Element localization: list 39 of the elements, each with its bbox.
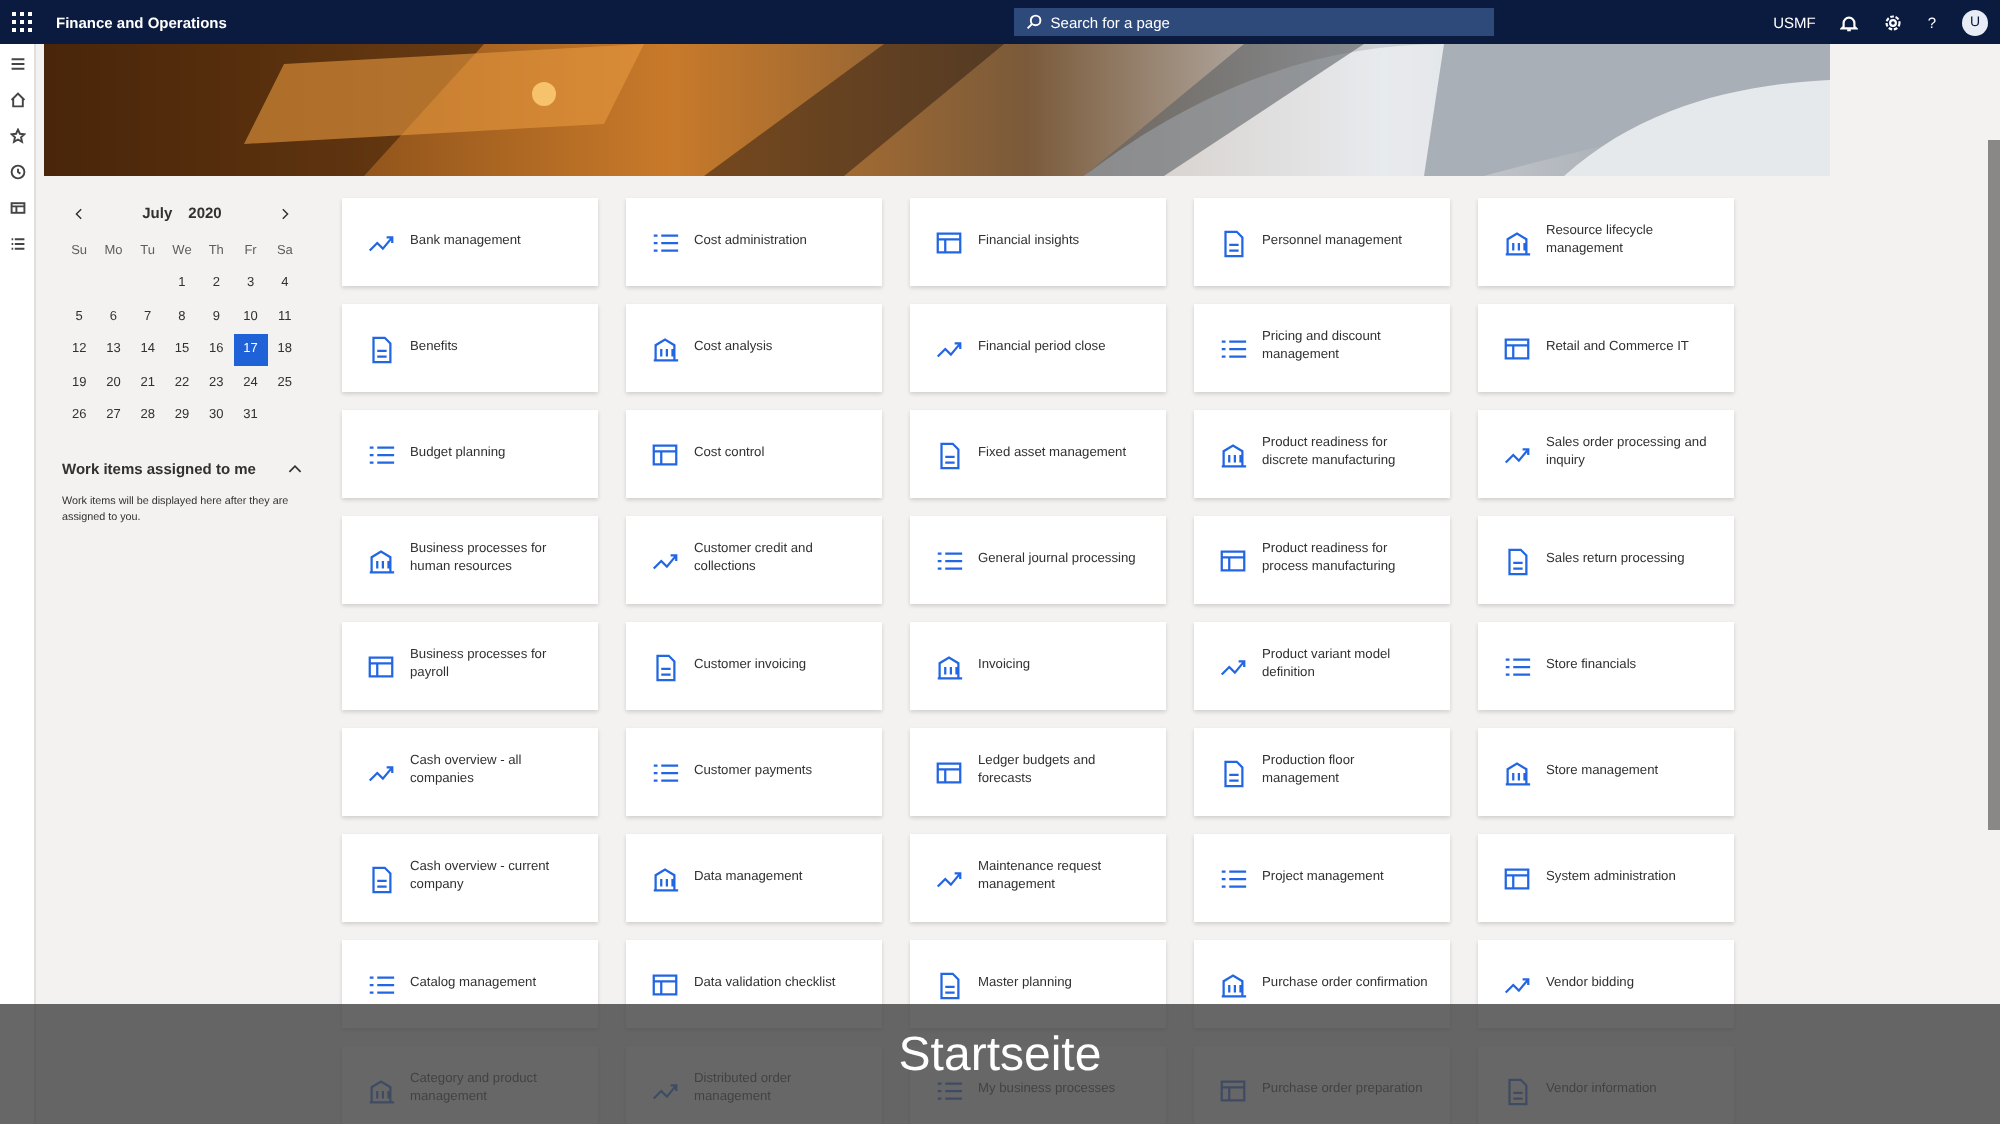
document-icon (366, 333, 396, 363)
search-icon (1026, 14, 1043, 30)
list-icon[interactable] (9, 236, 25, 252)
settings-icon[interactable] (1883, 13, 1902, 31)
clock-icon[interactable] (9, 164, 25, 180)
scrollbar[interactable] (1988, 140, 2000, 830)
building-icon (934, 651, 964, 681)
grid-icon (934, 227, 964, 257)
bell-icon[interactable] (1839, 13, 1858, 31)
chevron-up-icon[interactable] (288, 462, 302, 476)
building-icon (650, 333, 680, 363)
chevron-left-icon[interactable] (74, 207, 86, 219)
home-icon[interactable] (9, 92, 25, 108)
workspace-icon[interactable] (9, 200, 25, 216)
grid-icon (366, 651, 396, 681)
grid-icon (1502, 863, 1532, 893)
document-icon (366, 863, 396, 893)
grid-icon (650, 969, 680, 999)
grid-icon (650, 439, 680, 469)
document-icon (1218, 227, 1248, 257)
building-icon (366, 545, 396, 575)
chevron-right-icon[interactable] (277, 207, 290, 219)
grid-icon (1502, 333, 1532, 363)
document-icon (934, 969, 964, 999)
grid-icon (1218, 545, 1248, 575)
caption-text: Startseite (898, 1032, 1102, 1080)
building-icon (1502, 757, 1532, 787)
document-icon (650, 651, 680, 681)
building-icon (1218, 439, 1248, 469)
grid-icon (934, 757, 964, 787)
document-icon (934, 439, 964, 469)
document-icon (1502, 545, 1532, 575)
menu-icon[interactable] (9, 56, 25, 72)
building-icon (650, 863, 680, 893)
star-icon[interactable] (9, 128, 25, 144)
document-icon (1218, 757, 1248, 787)
building-icon (1218, 969, 1248, 999)
building-icon (1502, 227, 1532, 257)
app-launcher-icon[interactable] (12, 12, 32, 32)
